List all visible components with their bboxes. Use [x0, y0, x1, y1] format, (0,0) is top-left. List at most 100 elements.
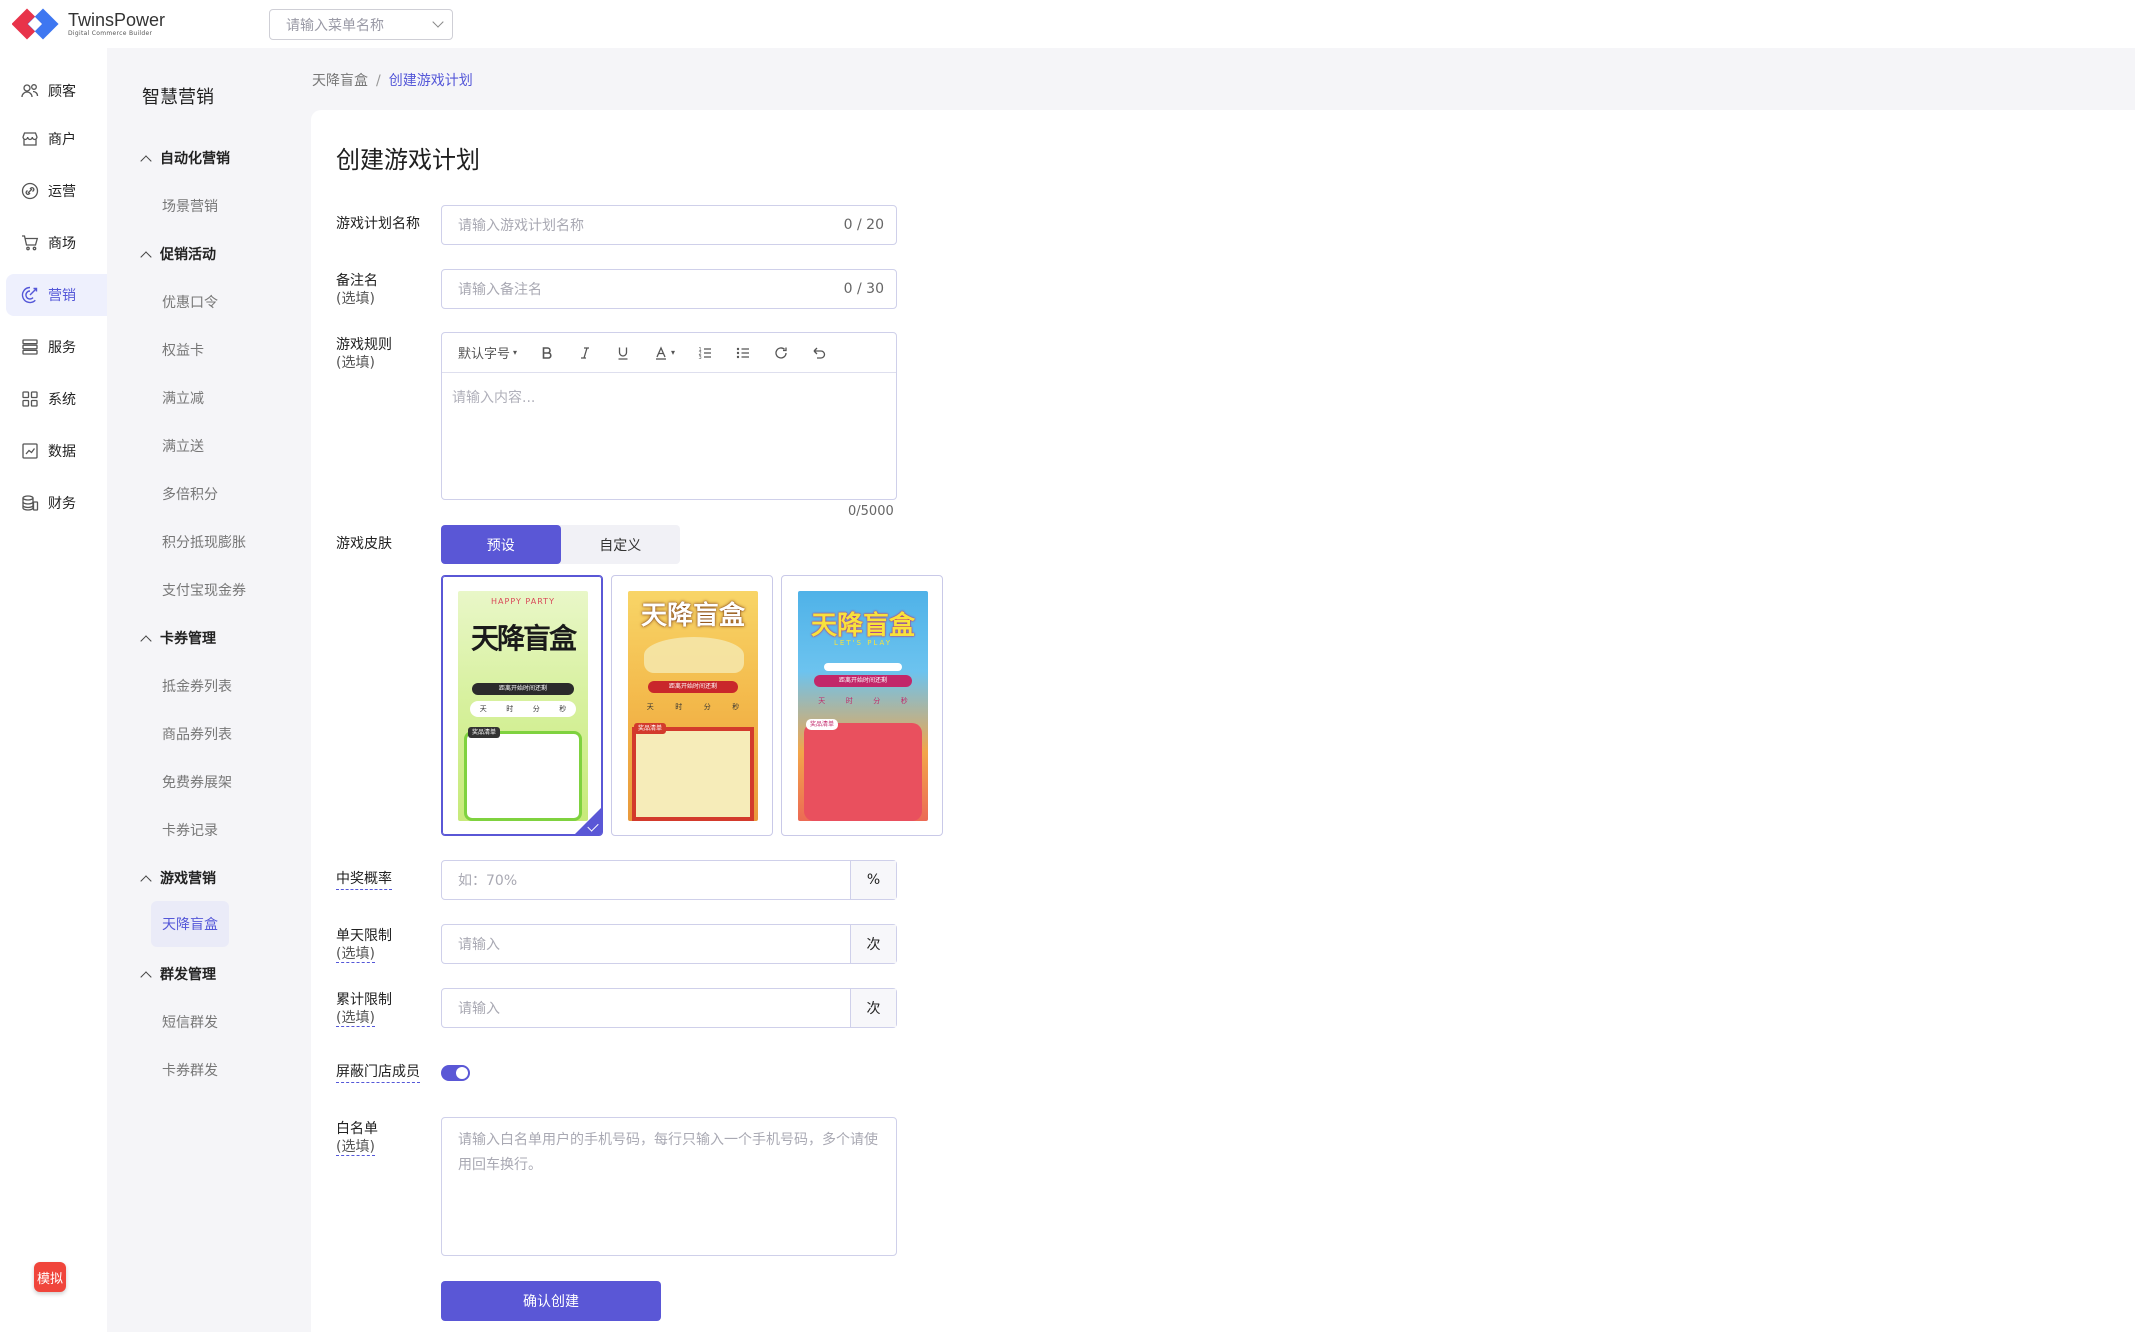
undo-icon[interactable]: [811, 345, 827, 361]
sidebar-item-instant-discount[interactable]: 满立减: [162, 388, 204, 408]
whitelist-label-text: 白名单: [336, 1121, 378, 1137]
remark-label: 备注名 (选填): [336, 272, 378, 308]
skin-label: 游戏皮肤: [336, 536, 392, 552]
chevron-up-icon: [140, 250, 152, 263]
daily-limit-optional: (选填): [336, 946, 375, 963]
skin-prize-label: 奖品清单: [634, 723, 667, 734]
simulation-badge[interactable]: 模拟: [34, 1262, 66, 1292]
rules-editor-placeholder[interactable]: 请输入内容...: [442, 373, 896, 421]
unit-minute: 分: [873, 697, 881, 705]
skin-mode-tabs: 预设 自定义: [441, 525, 680, 564]
sidebar-item-blind-box[interactable]: 天降盲盒: [151, 901, 229, 947]
sidebar-item-sms-broadcast[interactable]: 短信群发: [162, 1012, 218, 1032]
bold-icon[interactable]: [539, 345, 555, 361]
menu-search-select[interactable]: 请输入菜单名称: [269, 9, 453, 40]
chart-icon: [20, 441, 40, 461]
unit-second: 秒: [559, 705, 567, 713]
brand-logo[interactable]: TwinsPower Digital Commerce Builder: [11, 6, 166, 42]
skin-artwork-2: 天降盲盒 距离开始时间还剩 天 时 分 秒 奖品清单: [628, 591, 758, 821]
logo-icon: [11, 6, 62, 42]
tab-preset[interactable]: 预设: [441, 525, 561, 564]
breadcrumb-parent[interactable]: 天降盲盒: [312, 73, 368, 89]
redo-icon[interactable]: [773, 345, 789, 361]
skin-option-1[interactable]: HAPPY PARTY 天降盲盒 距离开始时间还剩 天 时 分 秒 奖品清单: [441, 575, 603, 836]
font-size-select[interactable]: 默认字号 ▾: [458, 343, 517, 362]
sidebar-item-coupon-broadcast[interactable]: 卡券群发: [162, 1060, 218, 1080]
remark-counter: 0 / 30: [843, 281, 884, 297]
confirm-create-button[interactable]: 确认创建: [441, 1281, 661, 1321]
sidebar-item-promo-code[interactable]: 优惠口令: [162, 292, 218, 312]
remark-label-text: 备注名: [336, 273, 378, 289]
tab-custom[interactable]: 自定义: [561, 525, 681, 564]
nav-item-system[interactable]: 系统: [6, 378, 107, 420]
sidebar-item-voucher-list[interactable]: 抵金券列表: [162, 676, 232, 696]
unit-minute: 分: [703, 703, 711, 711]
text-color-icon[interactable]: ▾: [653, 345, 675, 361]
unit-minute: 分: [532, 705, 540, 713]
nav-item-mall[interactable]: 商场: [6, 222, 107, 264]
skin-option-2[interactable]: 天降盲盒 距离开始时间还剩 天 时 分 秒 奖品清单: [611, 575, 773, 836]
remark-input[interactable]: 请输入备注名 0 / 30: [441, 269, 897, 309]
sidebar-item-scene-marketing[interactable]: 场景营销: [162, 196, 218, 216]
caret-down-icon: ▾: [513, 348, 518, 357]
selected-corner: [574, 807, 602, 835]
sidebar-item-points-cash[interactable]: 积分抵现膨胀: [162, 532, 246, 552]
brand-name: TwinsPower: [68, 10, 166, 30]
chevron-up-icon: [140, 154, 152, 167]
total-limit-input[interactable]: 请输入 次: [441, 988, 897, 1028]
nav-item-label: 系统: [48, 392, 76, 408]
unit-second: 秒: [900, 697, 908, 705]
sidebar-item-benefit-card[interactable]: 权益卡: [162, 340, 204, 360]
secondary-sidebar: 智慧营销 自动化营销 场景营销 促销活动 优惠口令 权益卡 满立减 满立送 多倍…: [107, 48, 311, 1332]
block-members-toggle[interactable]: [441, 1065, 470, 1081]
plan-name-input[interactable]: 请输入游戏计划名称 0 / 20: [441, 205, 897, 245]
group-broadcast[interactable]: 群发管理: [140, 964, 216, 984]
sidebar-item-alipay-coupon[interactable]: 支付宝现金券: [162, 580, 246, 600]
primary-sidebar: 顾客 商户 运营 商场 营销 服务 系统 数据 财务: [0, 48, 107, 1332]
sidebar-item-product-coupon-list[interactable]: 商品券列表: [162, 724, 232, 744]
group-coupons[interactable]: 卡券管理: [140, 628, 216, 648]
sidebar-item-multi-points[interactable]: 多倍积分: [162, 484, 218, 504]
whitelist-textarea[interactable]: 请输入白名单用户的手机号码，每行只输入一个手机号码，多个请使用回车换行。: [441, 1117, 897, 1256]
nav-item-customers[interactable]: 顾客: [6, 70, 107, 112]
bullet-list-icon[interactable]: [735, 345, 751, 361]
nav-item-operations[interactable]: 运营: [6, 170, 107, 212]
daily-limit-input[interactable]: 请输入 次: [441, 924, 897, 964]
sidebar-item-free-coupon-shelf[interactable]: 免费券展架: [162, 772, 232, 792]
block-members-label: 屏蔽门店成员: [336, 1063, 420, 1083]
nav-item-finance[interactable]: 财务: [6, 482, 107, 524]
nav-item-label: 营销: [48, 288, 76, 304]
underline-icon[interactable]: [615, 345, 631, 361]
sidebar-item-instant-gift[interactable]: 满立送: [162, 436, 204, 456]
ordered-list-icon[interactable]: 123: [697, 345, 713, 361]
nav-item-services[interactable]: 服务: [6, 326, 107, 368]
group-label: 自动化营销: [160, 151, 230, 167]
sidebar-item-coupon-records[interactable]: 卡券记录: [162, 820, 218, 840]
skin-option-3[interactable]: 天降盲盒 LET'S PLAY 距离开始时间还剩 天 时 分 秒 奖品清单: [781, 575, 943, 836]
group-game-marketing[interactable]: 游戏营销: [140, 868, 216, 888]
nav-item-label: 商场: [48, 236, 76, 252]
skin-countdown-units: 天时分秒: [636, 699, 750, 715]
chevron-up-icon: [140, 634, 152, 647]
skin-prize-panel: [464, 731, 582, 821]
italic-icon[interactable]: [577, 345, 593, 361]
win-rate-input[interactable]: 如：70% %: [441, 860, 897, 900]
plan-name-placeholder: 请输入游戏计划名称: [458, 218, 584, 234]
brand-tagline: Digital Commerce Builder: [68, 30, 153, 37]
cart-icon: [20, 233, 40, 253]
nav-item-data[interactable]: 数据: [6, 430, 107, 472]
skin-title: 天降盲盒: [640, 601, 745, 631]
skin-countdown-units: 天时分秒: [470, 701, 576, 717]
nav-item-merchants[interactable]: 商户: [6, 118, 107, 160]
group-automation[interactable]: 自动化营销: [140, 148, 230, 168]
total-limit-suffix: 次: [850, 989, 896, 1027]
nav-item-label: 财务: [48, 496, 76, 512]
nav-item-marketing[interactable]: 营销: [6, 274, 107, 316]
win-rate-label: 中奖概率: [336, 870, 392, 890]
users-icon: [20, 81, 40, 101]
daily-limit-label-text: 单天限制: [336, 928, 392, 944]
unit-day: 天: [479, 705, 487, 713]
toggle-knob: [456, 1067, 468, 1079]
editor-toolbar: 默认字号 ▾ ▾ 123: [442, 333, 896, 373]
group-promotions[interactable]: 促销活动: [140, 244, 216, 264]
